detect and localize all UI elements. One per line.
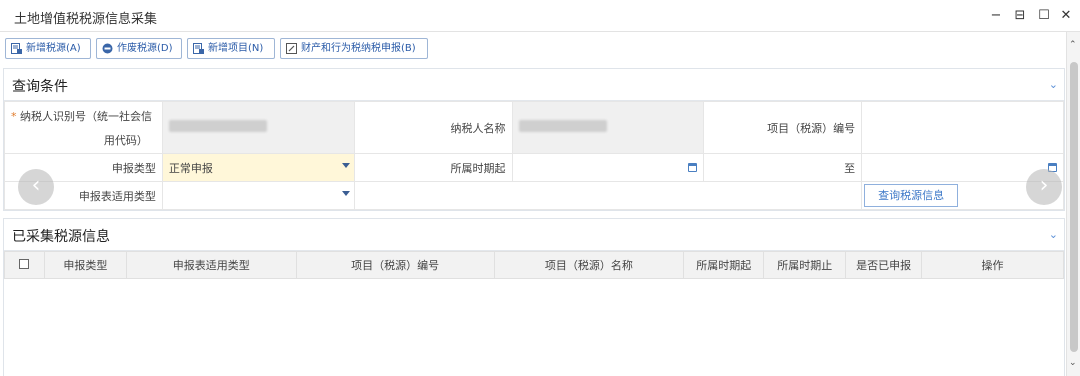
column-header[interactable]: 项目（税源）编号 [295, 251, 495, 279]
add-document-icon [11, 43, 22, 54]
empty-cell [353, 181, 863, 210]
collected-panel-title: 已采集税源信息 [12, 229, 110, 245]
collected-panel-header[interactable]: 已采集税源信息 ⌄ [4, 219, 1064, 251]
query-panel-header[interactable]: 查询条件 ⌄ [4, 69, 1064, 101]
table-header-row: 申报类型 申报表适用类型 项目（税源）编号 项目（税源）名称 所属时期起 所属时… [4, 251, 1064, 279]
next-arrow-icon[interactable]: › [1026, 169, 1062, 205]
select-all-checkbox[interactable] [19, 258, 30, 269]
minimize-icon[interactable]: − [988, 8, 1004, 24]
taxpayer-name-label: 纳税人名称 [353, 101, 513, 154]
void-source-button[interactable]: 作废税源(D) [96, 38, 182, 59]
dropdown-caret-icon [341, 191, 350, 196]
required-mark: * [11, 109, 17, 123]
property-declare-label: 财产和行为税纳税申报(B) [301, 43, 416, 54]
taxpayer-id-label: * 纳税人识别号（统一社会信 用代码） [4, 101, 163, 154]
scroll-down-icon[interactable]: ⌄ [1069, 358, 1077, 368]
taxpayer-name-field[interactable] [511, 101, 705, 154]
column-header[interactable]: 申报类型 [43, 251, 127, 279]
void-circle-icon [102, 43, 113, 54]
chevron-down-icon[interactable]: ⌄ [1049, 78, 1058, 91]
edit-icon [286, 43, 297, 54]
period-start-date-input[interactable] [511, 153, 705, 182]
add-source-button[interactable]: 新增税源(A) [5, 38, 91, 59]
collected-panel: 已采集税源信息 ⌄ 申报类型 申报表适用类型 项目（税源）编号 项目（税源）名称… [3, 218, 1065, 376]
period-start-label: 所属时期起 [353, 153, 513, 182]
chevron-down-icon[interactable]: ⌄ [1049, 228, 1058, 241]
add-project-label: 新增项目(N) [208, 43, 264, 54]
calendar-icon[interactable] [688, 163, 698, 172]
column-header[interactable]: 所属时期止 [763, 251, 847, 279]
add-project-button[interactable]: 新增项目(N) [187, 38, 275, 59]
toolbar: 新增税源(A) 作废税源(D) 新增项目(N) 财产和行为税纳税申报(B) [0, 32, 1066, 64]
declare-type-select[interactable]: 正常申报 [161, 153, 355, 182]
collected-table: 申报类型 申报表适用类型 项目（税源）编号 项目（税源）名称 所属时期起 所属时… [4, 251, 1064, 279]
column-header[interactable]: 项目（税源）名称 [493, 251, 685, 279]
vertical-scrollbar[interactable]: ⌃ ⌄ [1066, 32, 1080, 376]
applicable-type-select[interactable] [161, 181, 355, 210]
property-declare-button[interactable]: 财产和行为税纳税申报(B) [280, 38, 428, 59]
redacted-value [518, 120, 607, 132]
maximize-icon[interactable]: ☐ [1036, 8, 1052, 24]
query-source-button[interactable]: 查询税源信息 [864, 184, 959, 207]
dropdown-caret-icon [341, 163, 350, 168]
restore-icon[interactable]: ⊟ [1012, 8, 1028, 24]
select-all-cell [4, 251, 45, 279]
project-no-field[interactable] [861, 101, 1064, 154]
taxpayer-id-label-line2: 用代码） [103, 133, 148, 147]
project-no-label: 项目（税源）编号 [703, 101, 863, 154]
query-panel: 查询条件 ⌄ * 纳税人识别号（统一社会信 用代码） 纳税人名称 项目（税源）编… [3, 68, 1065, 211]
column-header[interactable]: 操作 [921, 251, 1064, 279]
window-title: 土地增值税税源信息采集 [14, 12, 158, 27]
query-panel-title: 查询条件 [12, 79, 68, 95]
close-icon[interactable]: ✕ [1058, 8, 1074, 24]
scrollbar-thumb[interactable] [1070, 62, 1078, 352]
redacted-value [168, 120, 267, 132]
taxpayer-id-label-line1: 纳税人识别号（统一社会信 [20, 109, 152, 123]
add-source-label: 新增税源(A) [26, 43, 81, 54]
scroll-up-icon[interactable]: ⌃ [1069, 40, 1077, 50]
column-header[interactable]: 所属时期起 [683, 251, 765, 279]
title-bar: 土地增值税税源信息采集 − ⊟ ☐ ✕ [0, 0, 1080, 32]
prev-arrow-icon[interactable]: ‹ [18, 169, 54, 205]
add-document-icon [193, 43, 204, 54]
void-source-label: 作废税源(D) [117, 43, 173, 54]
declare-type-value: 正常申报 [168, 161, 213, 175]
period-to-label: 至 [703, 153, 863, 182]
column-header[interactable]: 是否已申报 [845, 251, 923, 279]
query-form: * 纳税人识别号（统一社会信 用代码） 纳税人名称 项目（税源）编号 申报类型 … [4, 101, 1064, 210]
column-header[interactable]: 申报表适用类型 [125, 251, 297, 279]
taxpayer-id-field[interactable] [161, 101, 355, 154]
